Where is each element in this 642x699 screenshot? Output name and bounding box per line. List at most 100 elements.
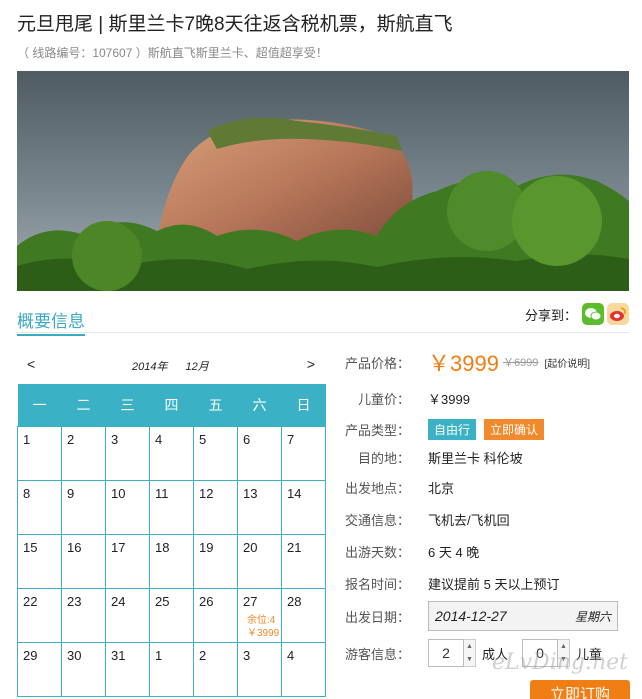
signup-label: 报名时间：: [344, 577, 410, 592]
traffic-label: 交通信息：: [344, 513, 410, 528]
date-value: 2014-12-27: [435, 608, 507, 624]
calendar-day[interactable]: 9: [61, 479, 106, 535]
calendar-month: 12月: [185, 361, 209, 373]
weekday-header: 一: [17, 384, 62, 426]
calendar-day[interactable]: 23: [61, 587, 106, 643]
calendar-day[interactable]: 22: [17, 587, 62, 643]
calendar-day[interactable]: 7: [281, 425, 326, 481]
weibo-icon[interactable]: [607, 303, 629, 325]
price-note-link[interactable]: [起价说明]: [544, 355, 590, 370]
calendar-day[interactable]: 26: [193, 587, 238, 643]
book-now-button[interactable]: 立即订购: [530, 680, 630, 699]
next-month-button[interactable]: >: [307, 356, 315, 372]
weekday-header: 三: [105, 384, 150, 426]
calendar-day[interactable]: 12: [193, 479, 238, 535]
weekday-header: 四: [149, 384, 194, 426]
calendar-day[interactable]: 3: [105, 425, 150, 481]
calendar-day[interactable]: 18: [149, 533, 194, 589]
calendar-day[interactable]: 4: [149, 425, 194, 481]
calendar-day[interactable]: 31: [105, 641, 150, 697]
day-price: ￥3999: [247, 627, 280, 639]
calendar-day[interactable]: 3: [237, 641, 282, 697]
calendar-day[interactable]: 1: [149, 641, 194, 697]
adult-count-input[interactable]: 2: [428, 639, 464, 667]
prev-month-button[interactable]: <: [27, 356, 35, 372]
calendar-day[interactable]: 5: [193, 425, 238, 481]
calendar-day-number: 27: [243, 593, 258, 609]
weekday-header: 日: [281, 384, 326, 426]
days-row: 出游天数： 6 天 4 晚: [340, 542, 479, 561]
share-bar: 分享到：: [525, 303, 629, 325]
days-value: 6 天 4 晚: [428, 545, 480, 560]
calendar-day[interactable]: 13: [237, 479, 282, 535]
calendar-year: 2014年: [132, 361, 168, 373]
calendar-header: < 2014年 12月 >: [17, 352, 325, 378]
calendar-day[interactable]: 19: [193, 533, 238, 589]
type-label: 产品类型：: [344, 423, 410, 438]
calendar-week: 15 16 17 18 19 20 21: [17, 533, 326, 589]
calendar-day[interactable]: 21: [281, 533, 326, 589]
destination-row: 目的地： 斯里兰卡 科伦坡: [340, 448, 523, 467]
type-badge-confirm: 立即确认: [484, 419, 545, 440]
calendar-day[interactable]: 17: [105, 533, 150, 589]
weekday-header: 六: [237, 384, 282, 426]
route-subtitle: （ 线路编号：107607 ）斯航直飞斯里兰卡、超值超享受！: [17, 46, 328, 60]
calendar-day-available[interactable]: 27 余位:4 ￥3999: [237, 587, 282, 643]
calendar-day[interactable]: 2: [193, 641, 238, 697]
price-value: ￥3999: [428, 351, 499, 376]
price-label: 产品价格：: [344, 355, 410, 371]
calendar-day[interactable]: 15: [17, 533, 62, 589]
child-price-value: ￥3999: [428, 392, 470, 407]
page-title: 元旦甩尾 | 斯里兰卡7晚8天往返含税机票，斯航直飞: [17, 14, 453, 35]
departure-calendar: 一 二 三 四 五 六 日 1 2 3 4 5 6 7 8 9 10 11 12…: [17, 384, 326, 697]
calendar-day[interactable]: 11: [149, 479, 194, 535]
calendar-day[interactable]: 29: [17, 641, 62, 697]
calendar-day[interactable]: 24: [105, 587, 150, 643]
original-price: ￥6999: [502, 357, 539, 369]
chevron-up-icon[interactable]: ▲: [560, 643, 567, 650]
destination-value: 斯里兰卡 科伦坡: [428, 451, 523, 466]
calendar-day[interactable]: 2: [61, 425, 106, 481]
site-watermark: eLvDing.net: [492, 650, 629, 675]
calendar-week: 22 23 24 25 26 27 余位:4 ￥3999 28: [17, 587, 326, 643]
calendar-day[interactable]: 20: [237, 533, 282, 589]
calendar-day[interactable]: 1: [17, 425, 62, 481]
calendar-week: 8 9 10 11 12 13 14: [17, 479, 326, 535]
departure-label: 出发地点：: [344, 481, 410, 496]
traffic-value: 飞机去/飞机回: [428, 513, 510, 528]
day-availability: 余位:4 ￥3999: [247, 614, 279, 640]
traffic-row: 交通信息： 飞机去/飞机回: [340, 510, 510, 529]
calendar-day[interactable]: 30: [61, 641, 106, 697]
calendar-day[interactable]: 10: [105, 479, 150, 535]
calendar-day[interactable]: 14: [281, 479, 326, 535]
tab-overview[interactable]: 概要信息: [17, 307, 85, 336]
chevron-down-icon[interactable]: ▼: [466, 656, 473, 663]
departure-row: 出发地点： 北京: [340, 478, 454, 497]
type-row: 产品类型： 自由行 立即确认: [340, 419, 552, 440]
calendar-day[interactable]: 28: [281, 587, 326, 643]
signup-value: 建议提前 5 天以上预订: [428, 577, 560, 592]
remaining-seats: 余位:4: [247, 614, 276, 626]
child-price-row: 儿童价： ￥3999: [340, 389, 470, 408]
date-label: 出发日期：: [344, 609, 410, 625]
weekday-header: 二: [61, 384, 106, 426]
weekday-header: 五: [193, 384, 238, 426]
weekday-row: 一 二 三 四 五 六 日: [17, 384, 326, 426]
calendar-year-month: 2014年 12月: [132, 358, 227, 374]
calendar-day[interactable]: 25: [149, 587, 194, 643]
price-row: 产品价格： ￥3999 ￥6999 [起价说明]: [340, 346, 590, 378]
chevron-up-icon[interactable]: ▲: [466, 643, 473, 650]
departure-value: 北京: [428, 481, 455, 496]
hero-photo: [17, 71, 629, 291]
departure-date-picker[interactable]: 2014-12-27 星期六: [428, 601, 618, 631]
adult-spinner[interactable]: ▲ ▼: [464, 639, 476, 667]
days-label: 出游天数：: [344, 545, 410, 560]
calendar-day[interactable]: 6: [237, 425, 282, 481]
calendar-day[interactable]: 8: [17, 479, 62, 535]
wechat-icon[interactable]: [582, 303, 604, 325]
calendar-week: 1 2 3 4 5 6 7: [17, 425, 326, 481]
calendar-day[interactable]: 16: [61, 533, 106, 589]
type-badge-free: 自由行: [428, 419, 477, 440]
info-tabbar: 概要信息 分享到：: [17, 303, 629, 336]
calendar-day[interactable]: 4: [281, 641, 326, 697]
